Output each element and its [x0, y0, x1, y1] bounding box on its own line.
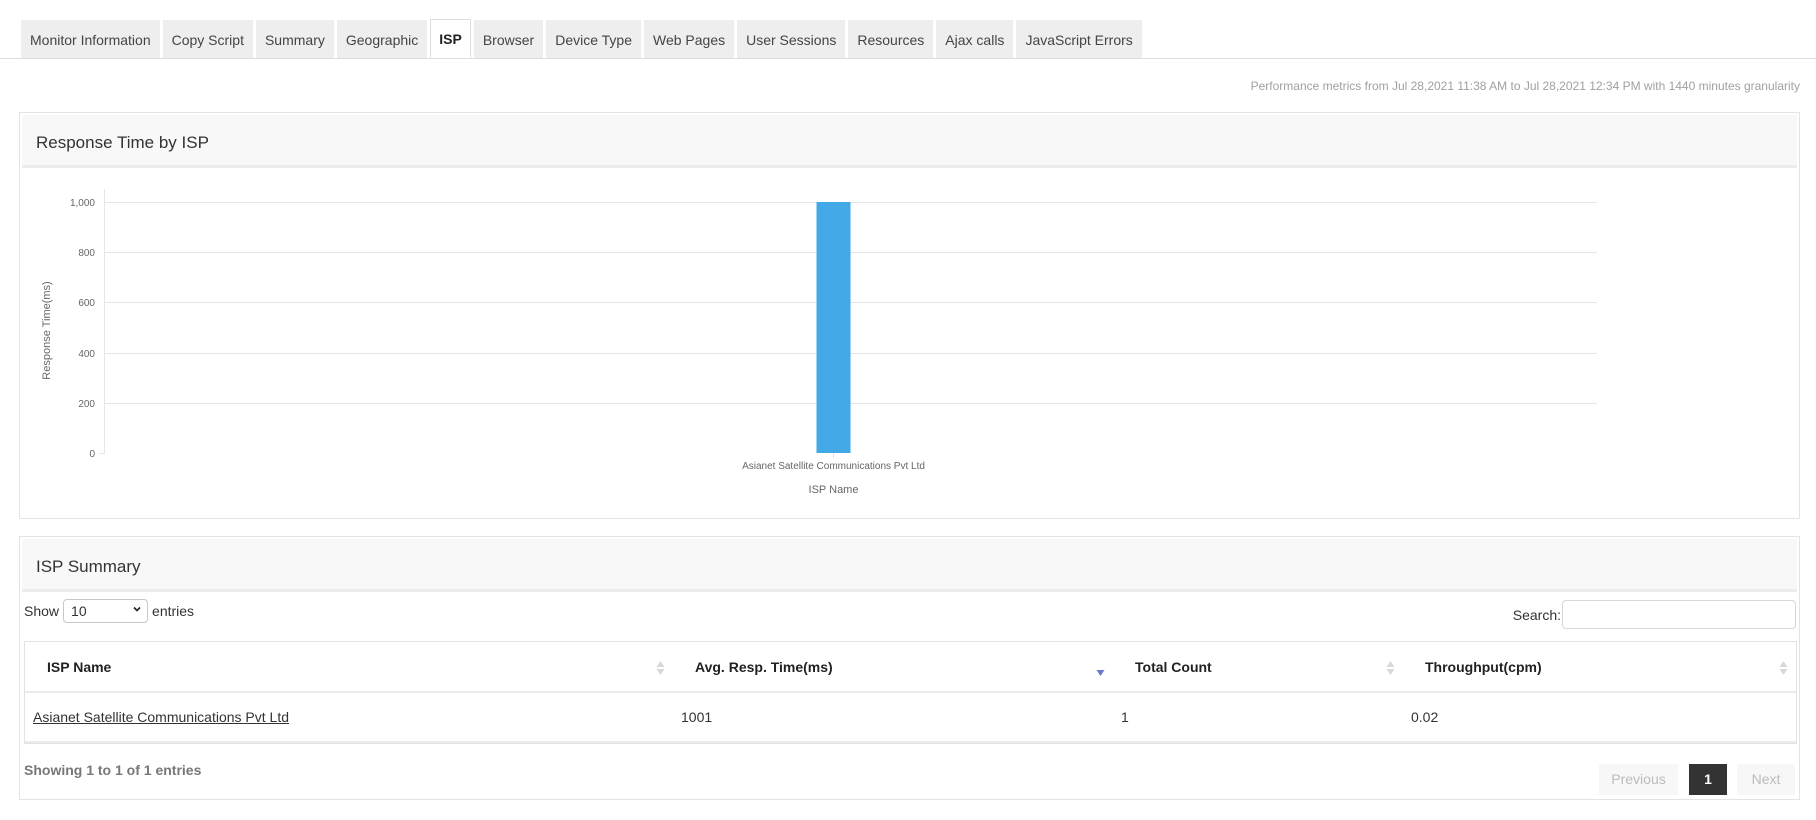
- next-page-button[interactable]: Next: [1737, 764, 1795, 795]
- y-tick-label: 1,000: [70, 198, 95, 209]
- isp-summary-table: ISP Name Avg. Resp. Time(ms) Total Count Th…: [25, 642, 1796, 743]
- cell-avg-resp-time: 1001: [673, 693, 1113, 743]
- column-header-total-count[interactable]: Total Count: [1113, 642, 1403, 693]
- search-label: Search:: [1512, 606, 1561, 623]
- response-time-chart: 0 200 400 600 800 1,000 Asianet Satellite Comm…: [41, 189, 1597, 496]
- table-row: Asianet Satellite Communications Pvt Ltd…: [25, 693, 1796, 743]
- y-tick-label: 600: [78, 298, 95, 309]
- y-tick-label: 0: [89, 449, 95, 460]
- tab-ajax-calls[interactable]: Ajax calls: [936, 20, 1014, 58]
- x-tick-label: Asianet Satellite Communications Pvt Ltd: [742, 461, 925, 472]
- table-info: Showing 1 to 1 of 1 entries: [24, 762, 202, 778]
- tab-list: Monitor Information Copy Script Summary Geo…: [21, 19, 1145, 58]
- column-header-isp-name[interactable]: ISP Name: [25, 642, 673, 693]
- column-header-throughput-cpm[interactable]: Throughput(cpm): [1403, 642, 1796, 693]
- tab-web-pages[interactable]: Web Pages: [643, 20, 735, 58]
- y-tick-label: 200: [78, 399, 95, 410]
- previous-page-button[interactable]: Previous: [1599, 764, 1678, 795]
- performance-range-info: Performance metrics from Jul 28,2021 11:…: [1250, 79, 1800, 93]
- chevron-down-icon: [133, 606, 141, 612]
- cell-total-count: 1: [1113, 693, 1403, 743]
- column-header-label: Throughput(cpm): [1425, 658, 1542, 675]
- sort-both-icon: [1386, 661, 1395, 675]
- tab-resources[interactable]: Resources: [848, 20, 934, 58]
- isp-summary-table-wrapper: ISP Name Avg. Resp. Time(ms) Total Count Th…: [24, 641, 1797, 744]
- page-length-value: 10: [71, 603, 87, 619]
- page-length-select[interactable]: 10: [63, 599, 149, 623]
- page-1-button[interactable]: 1: [1689, 764, 1727, 795]
- cell-isp-name: Asianet Satellite Communications Pvt Ltd: [25, 693, 673, 743]
- tab-geographic[interactable]: Geographic: [336, 20, 428, 58]
- tab-user-sessions[interactable]: User Sessions: [737, 20, 846, 58]
- tab-device-type[interactable]: Device Type: [546, 20, 641, 58]
- sort-desc-icon: [1096, 670, 1105, 676]
- tab-browser[interactable]: Browser: [473, 20, 544, 58]
- cell-throughput: 0.02: [1403, 693, 1796, 743]
- entries-label: entries: [152, 603, 195, 619]
- y-axis-title: Response Time(ms): [41, 281, 53, 379]
- tab-summary[interactable]: Summary: [255, 20, 334, 58]
- show-label: Show: [24, 603, 60, 619]
- tab-isp[interactable]: ISP: [430, 19, 471, 58]
- tab-monitor-information[interactable]: Monitor Information: [21, 20, 160, 58]
- page-length-control: Show 10 entries: [24, 599, 194, 623]
- response-time-chart-panel: Response Time by ISP 0 200 400 600 800 1,000 A…: [19, 112, 1800, 519]
- tab-bar: Monitor Information Copy Script Summary Geo…: [0, 19, 1816, 59]
- y-tick-label: 400: [78, 349, 95, 360]
- x-axis-title: ISP Name: [809, 484, 859, 496]
- bar: [816, 202, 851, 453]
- column-header-label: Avg. Resp. Time(ms): [695, 658, 833, 675]
- sort-both-icon: [1779, 661, 1788, 675]
- isp-summary-panel: ISP Summary Show 10 entries Search: ISP …: [19, 536, 1800, 800]
- table-header-row: ISP Name Avg. Resp. Time(ms) Total Count Th…: [25, 642, 1796, 693]
- y-tick-label: 800: [78, 248, 95, 259]
- pagination: Previous 1 Next: [1599, 764, 1795, 795]
- sort-both-icon: [656, 661, 665, 675]
- search-input[interactable]: [1562, 600, 1796, 629]
- panel-header: ISP Summary: [22, 539, 1797, 592]
- column-header-label: ISP Name: [47, 658, 112, 675]
- column-header-avg-resp-time-ms[interactable]: Avg. Resp. Time(ms): [673, 642, 1113, 693]
- tab-javascript-errors[interactable]: JavaScript Errors: [1016, 20, 1142, 58]
- tab-copy-script[interactable]: Copy Script: [162, 20, 253, 58]
- summary-panel-title: ISP Summary: [36, 557, 141, 576]
- column-header-label: Total Count: [1135, 658, 1212, 675]
- search-control: Search:: [1513, 600, 1796, 629]
- isp-name-link[interactable]: Asianet Satellite Communications Pvt Ltd: [33, 709, 289, 725]
